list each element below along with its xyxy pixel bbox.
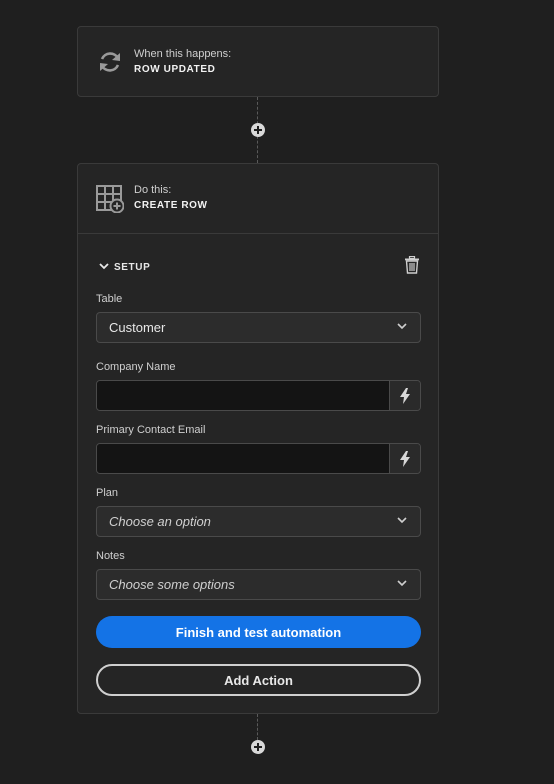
add-step-plus-icon[interactable]	[251, 123, 265, 137]
refresh-icon	[96, 48, 124, 76]
finish-and-test-button[interactable]: Finish and test automation	[96, 616, 421, 648]
action-header[interactable]: Do this: CREATE ROW	[78, 164, 438, 234]
add-action-button[interactable]: Add Action	[96, 664, 421, 696]
setup-row: SETUP	[98, 255, 420, 279]
action-card: Do this: CREATE ROW SETUP Table Customer	[77, 163, 439, 714]
primary-contact-email-field	[96, 443, 421, 474]
table-select[interactable]: Customer	[96, 312, 421, 343]
trigger-subtitle: When this happens:	[134, 47, 232, 60]
chevron-down-icon	[98, 259, 110, 277]
trigger-header[interactable]: When this happens: ROW UPDATED	[78, 27, 438, 97]
chevron-down-icon	[396, 577, 408, 592]
primary-contact-email-label: Primary Contact Email	[96, 424, 206, 436]
delete-icon[interactable]	[404, 255, 420, 279]
company-name-label: Company Name	[96, 361, 176, 373]
setup-toggle[interactable]: SETUP	[98, 259, 150, 277]
lightning-bolt-icon[interactable]	[389, 381, 420, 410]
chevron-down-icon	[396, 320, 408, 335]
trigger-name: ROW UPDATED	[134, 63, 216, 75]
company-name-field	[96, 380, 421, 411]
table-label: Table	[96, 293, 123, 305]
plan-label: Plan	[96, 487, 119, 499]
lightning-bolt-icon[interactable]	[389, 444, 420, 473]
company-name-input[interactable]	[97, 381, 389, 410]
action-subtitle: Do this:	[134, 184, 172, 196]
table-add-icon	[96, 184, 124, 213]
notes-select-placeholder: Choose some options	[109, 577, 235, 592]
chevron-down-icon	[396, 514, 408, 529]
connector-line	[257, 714, 258, 740]
plan-select[interactable]: Choose an option	[96, 506, 421, 537]
primary-contact-email-input[interactable]	[97, 444, 389, 473]
notes-label: Notes	[96, 550, 125, 562]
trigger-card[interactable]: When this happens: ROW UPDATED	[77, 26, 439, 97]
add-step-plus-icon[interactable]	[251, 740, 265, 754]
notes-select[interactable]: Choose some options	[96, 569, 421, 600]
table-select-value: Customer	[109, 320, 166, 335]
setup-label: SETUP	[114, 262, 151, 273]
action-name: CREATE ROW	[134, 200, 208, 211]
plan-select-placeholder: Choose an option	[109, 514, 211, 529]
